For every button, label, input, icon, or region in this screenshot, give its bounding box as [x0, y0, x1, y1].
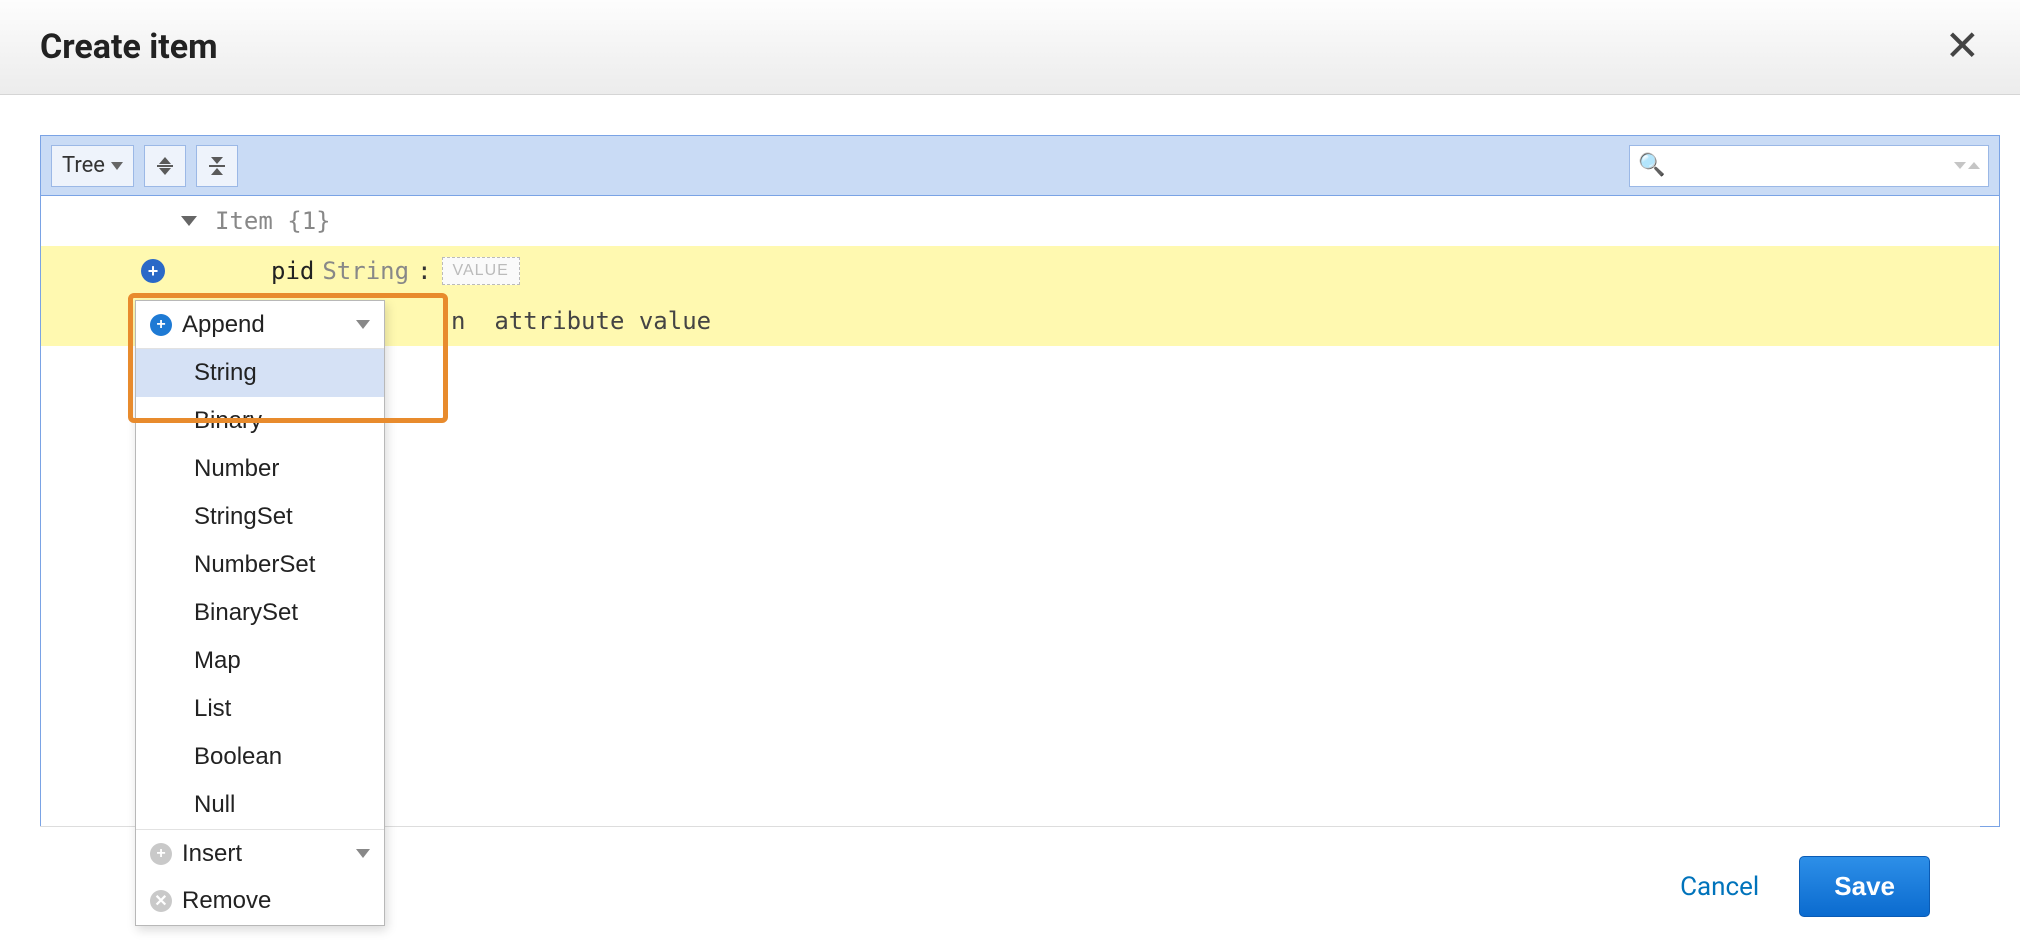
- attribute-name[interactable]: pid: [271, 257, 314, 285]
- plus-icon: +: [150, 314, 172, 336]
- menu-type-number[interactable]: Number: [136, 445, 384, 493]
- menu-type-null[interactable]: Null: [136, 781, 384, 829]
- expand-all-button[interactable]: [144, 145, 186, 187]
- menu-type-list[interactable]: List: [136, 685, 384, 733]
- type-list: String Binary Number StringSet NumberSet Bina…: [136, 349, 384, 829]
- view-mode-dropdown[interactable]: Tree: [51, 145, 134, 187]
- chevron-down-icon: [111, 162, 123, 170]
- menu-type-label: List: [194, 695, 231, 723]
- menu-type-label: String: [194, 359, 257, 387]
- chevron-down-icon: [356, 320, 370, 329]
- dialog-title: Create item: [40, 27, 218, 67]
- expand-icon: [157, 157, 173, 175]
- menu-type-binaryset[interactable]: BinarySet: [136, 589, 384, 637]
- search-box[interactable]: 🔍: [1629, 145, 1989, 187]
- add-attribute-icon[interactable]: +: [141, 259, 165, 283]
- colon: :: [417, 257, 431, 285]
- menu-insert[interactable]: + Insert: [136, 829, 384, 877]
- menu-type-label: BinarySet: [194, 599, 298, 627]
- remove-icon: ✕: [150, 890, 172, 912]
- menu-remove[interactable]: ✕ Remove: [136, 877, 384, 925]
- collapse-icon: [209, 157, 225, 175]
- caret-down-icon[interactable]: [181, 216, 197, 226]
- tree-root-row[interactable]: Item {1}: [41, 196, 1999, 246]
- root-count: {1}: [287, 207, 330, 235]
- menu-type-boolean[interactable]: Boolean: [136, 733, 384, 781]
- attribute-value-input[interactable]: VALUE: [442, 257, 520, 285]
- menu-remove-label: Remove: [182, 887, 271, 915]
- search-prev-icon[interactable]: [1968, 162, 1980, 169]
- dialog-header: Create item ✕: [0, 0, 2020, 95]
- close-icon[interactable]: ✕: [1945, 26, 1980, 68]
- menu-type-label: NumberSet: [194, 551, 315, 579]
- menu-type-numberset[interactable]: NumberSet: [136, 541, 384, 589]
- menu-type-binary[interactable]: Binary: [136, 397, 384, 445]
- chevron-down-icon: [356, 849, 370, 858]
- view-mode-label: Tree: [62, 153, 105, 178]
- menu-type-label: Null: [194, 791, 235, 819]
- collapse-all-button[interactable]: [196, 145, 238, 187]
- save-button[interactable]: Save: [1799, 856, 1930, 917]
- root-label: Item: [215, 207, 273, 235]
- menu-insert-label: Insert: [182, 840, 242, 868]
- plus-icon: +: [150, 843, 172, 865]
- cancel-button[interactable]: Cancel: [1680, 872, 1759, 902]
- search-nav: [1954, 162, 1980, 169]
- append-hint-fragment: n: [451, 307, 465, 335]
- append-hint-text: attribute value: [494, 307, 711, 335]
- type-context-menu: + Append String Binary Number StringSet Numb…: [135, 300, 385, 926]
- search-next-icon[interactable]: [1954, 162, 1966, 169]
- menu-append[interactable]: + Append: [136, 301, 384, 349]
- menu-type-label: Boolean: [194, 743, 282, 771]
- attribute-type: String: [322, 257, 409, 285]
- search-input[interactable]: [1671, 154, 1948, 177]
- menu-type-label: Map: [194, 647, 241, 675]
- menu-append-label: Append: [182, 311, 265, 339]
- menu-type-stringset[interactable]: StringSet: [136, 493, 384, 541]
- menu-type-string[interactable]: String: [136, 349, 384, 397]
- menu-type-label: Number: [194, 455, 279, 483]
- menu-type-label: Binary: [194, 407, 262, 435]
- menu-type-map[interactable]: Map: [136, 637, 384, 685]
- search-icon: 🔍: [1638, 153, 1665, 178]
- menu-type-label: StringSet: [194, 503, 293, 531]
- attribute-row[interactable]: + pid String : VALUE: [41, 246, 1999, 296]
- editor-toolbar: Tree 🔍: [41, 136, 1999, 196]
